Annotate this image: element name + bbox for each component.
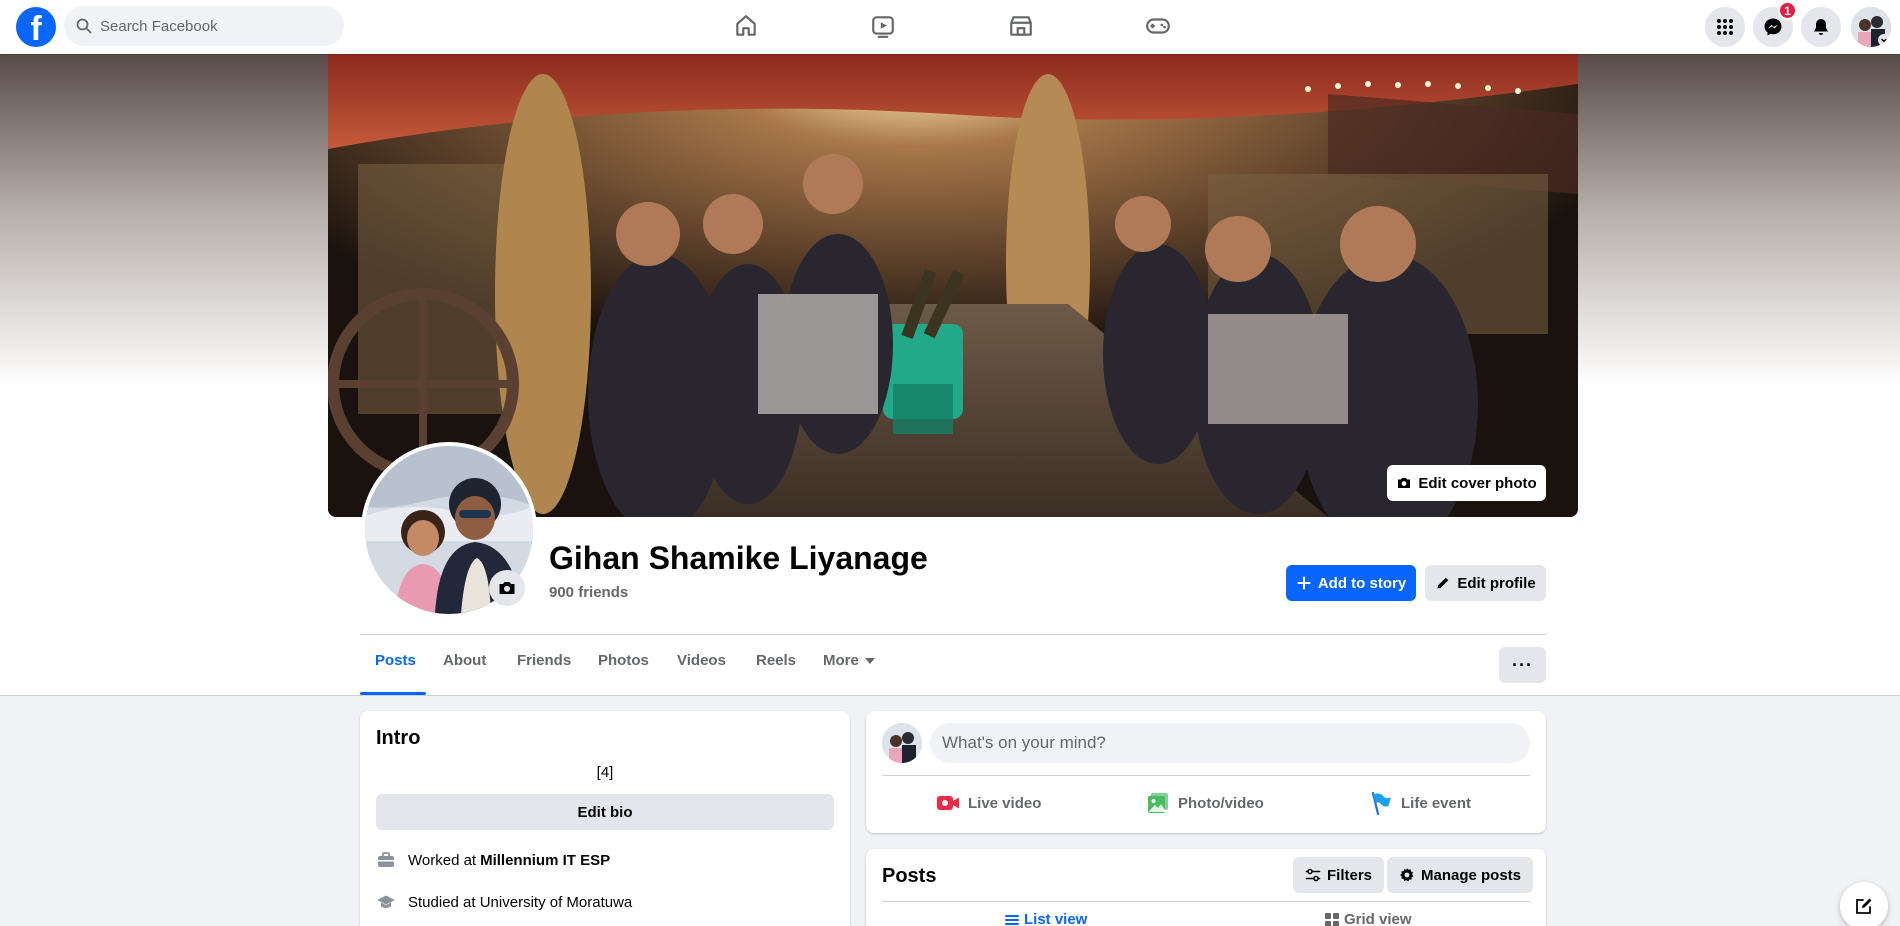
gaming-icon[interactable] bbox=[1144, 12, 1172, 40]
live-video-label: Live video bbox=[968, 794, 1042, 812]
grid-view-tab[interactable]: Grid view bbox=[1324, 911, 1412, 926]
header-divider-line bbox=[360, 634, 1546, 635]
more-options-button[interactable]: ··· bbox=[1499, 647, 1546, 683]
flag-icon bbox=[1371, 791, 1391, 815]
life-event-button[interactable]: Life event bbox=[1369, 789, 1471, 817]
photo-icon bbox=[1148, 793, 1168, 813]
friends-count[interactable]: 900 friends bbox=[549, 584, 628, 601]
whats-on-your-mind-input[interactable]: What's on your mind? bbox=[930, 723, 1530, 763]
pencil-icon bbox=[1437, 577, 1449, 589]
intro-work-place[interactable]: Millennium IT ESP bbox=[480, 852, 610, 869]
live-video-button[interactable]: Live video bbox=[936, 789, 1041, 817]
intro-bio: [4] bbox=[596, 764, 614, 781]
tab-more-label: More bbox=[823, 652, 859, 669]
grid-icon bbox=[1325, 912, 1339, 926]
graduation-cap-icon bbox=[377, 895, 395, 908]
tab-posts[interactable]: Posts bbox=[375, 652, 416, 676]
tab-about[interactable]: About bbox=[443, 652, 486, 676]
posts-card: Posts Filters Manage posts List view Gri… bbox=[866, 849, 1546, 926]
camera-icon bbox=[1398, 478, 1411, 488]
posts-divider bbox=[882, 901, 1530, 902]
edit-profile-button[interactable]: Edit profile bbox=[1425, 565, 1546, 601]
marketplace-icon[interactable] bbox=[1007, 12, 1035, 40]
add-to-story-button[interactable]: Add to story bbox=[1286, 565, 1416, 601]
search-icon bbox=[76, 18, 92, 34]
intro-work-row: Worked at Millennium IT ESP bbox=[376, 850, 610, 870]
top-navigation-bar: f Search Facebook 1 bbox=[0, 0, 1900, 54]
composer-avatar[interactable] bbox=[882, 723, 922, 763]
profile-name: Gihan Shamike Liyanage bbox=[549, 540, 928, 576]
add-to-story-label: Add to story bbox=[1317, 574, 1407, 592]
intro-work-prefix: Worked at bbox=[408, 851, 477, 869]
edit-bio-button[interactable]: Edit bio bbox=[376, 794, 834, 830]
manage-posts-button[interactable]: Manage posts bbox=[1387, 857, 1534, 893]
home-icon[interactable] bbox=[732, 12, 760, 40]
caret-down-icon bbox=[864, 658, 875, 665]
tab-photos[interactable]: Photos bbox=[598, 652, 649, 676]
posts-title: Posts bbox=[882, 865, 937, 887]
cover-photo[interactable] bbox=[328, 54, 1578, 517]
edit-cover-photo-label: Edit cover photo bbox=[1418, 474, 1537, 492]
update-profile-picture-button[interactable] bbox=[489, 570, 525, 606]
new-message-button[interactable] bbox=[1840, 882, 1888, 926]
list-view-label: List view bbox=[1024, 911, 1088, 926]
edit-profile-label: Edit profile bbox=[1457, 574, 1536, 592]
photo-video-label: Photo/video bbox=[1178, 794, 1264, 812]
list-icon bbox=[1005, 914, 1019, 925]
composer-divider bbox=[882, 775, 1530, 776]
messenger-icon[interactable]: 1 bbox=[1753, 1, 1797, 47]
photo-video-button[interactable]: Photo/video bbox=[1146, 789, 1264, 817]
post-composer-card: What's on your mind? Live video Photo/vi… bbox=[866, 711, 1546, 833]
intro-card: Intro [4] Edit bio Worked at Millennium … bbox=[360, 711, 850, 926]
facebook-logo[interactable]: f bbox=[16, 7, 56, 47]
manage-posts-label: Manage posts bbox=[1421, 866, 1522, 884]
account-avatar[interactable] bbox=[1851, 7, 1891, 47]
header-bottom-border bbox=[0, 695, 1900, 696]
plus-icon bbox=[1297, 576, 1311, 590]
compose-icon bbox=[1856, 898, 1872, 914]
list-view-tab[interactable]: List view bbox=[1004, 911, 1087, 926]
search-input[interactable]: Search Facebook bbox=[64, 6, 344, 46]
camera-icon bbox=[499, 582, 515, 594]
messenger-badge: 1 bbox=[1778, 1, 1797, 20]
search-placeholder: Search Facebook bbox=[100, 17, 218, 35]
tab-reels[interactable]: Reels bbox=[756, 652, 796, 676]
life-event-label: Life event bbox=[1401, 794, 1472, 812]
filters-icon bbox=[1305, 868, 1321, 882]
briefcase-icon bbox=[378, 852, 394, 867]
video-icon[interactable] bbox=[869, 12, 897, 40]
live-video-icon bbox=[937, 796, 959, 810]
edit-cover-photo-button[interactable]: Edit cover photo bbox=[1387, 465, 1546, 501]
grid-view-label: Grid view bbox=[1344, 911, 1412, 926]
tab-more[interactable]: More bbox=[823, 652, 875, 676]
intro-title: Intro bbox=[376, 727, 421, 749]
gear-icon bbox=[1400, 868, 1414, 882]
intro-education-text: Studied at University of Moratuwa bbox=[408, 893, 633, 911]
tab-friends[interactable]: Friends bbox=[517, 652, 571, 676]
tab-videos[interactable]: Videos bbox=[677, 652, 726, 676]
notifications-icon[interactable] bbox=[1801, 7, 1841, 47]
intro-education-row: Studied at University of Moratuwa bbox=[376, 892, 632, 912]
filters-label: Filters bbox=[1327, 866, 1373, 884]
filters-button[interactable]: Filters bbox=[1293, 857, 1385, 893]
menu-grid-icon[interactable] bbox=[1705, 7, 1745, 47]
